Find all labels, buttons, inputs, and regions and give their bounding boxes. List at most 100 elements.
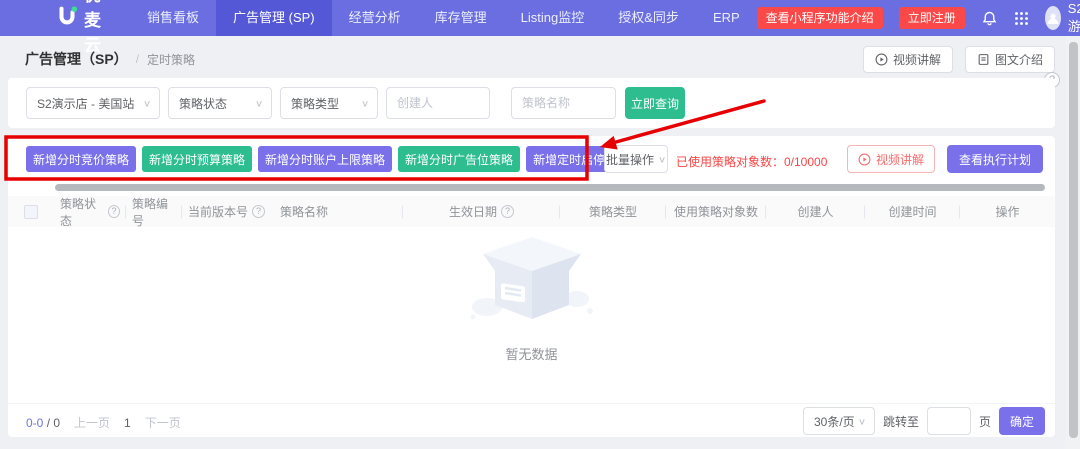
new-strategy-buttons: 新增分时竞价策略 新增分时预算策略 新增分时账户上限策略 新增分时广告位策略 新… (26, 146, 636, 172)
jump-label: 跳转至 (883, 413, 919, 430)
result-range: 0-0 / 0 (26, 416, 60, 430)
strategy-type-select[interactable]: 策略类型 ∨ (280, 87, 378, 119)
col-label: 当前版本号 (188, 203, 248, 220)
avatar (1045, 6, 1061, 30)
logo-icon (56, 5, 78, 32)
page-size-select[interactable]: 30条/页 ∨ (803, 407, 875, 435)
toolbar-video-guide-button[interactable]: 视频讲解 (847, 145, 935, 173)
navbar-right: 查看小程序功能介绍 立即注册 S2游客 (757, 1, 1080, 35)
col-actions[interactable]: 操作 (960, 196, 1055, 227)
col-usage-count[interactable]: 使用策略对象数 (666, 196, 766, 227)
nav-item-ad-management[interactable]: 广告管理 (SP) (216, 0, 332, 36)
help-icon[interactable]: ? (108, 205, 120, 218)
breadcrumb-separator: / (136, 52, 139, 66)
col-label: 策略名称 (280, 203, 328, 220)
strategy-toolbar: 新增分时竞价策略 新增分时预算策略 新增分时账户上限策略 新增分时广告位策略 新… (8, 146, 1055, 174)
chevron-down-icon: ∨ (658, 154, 666, 164)
col-strategy-name[interactable]: 策略名称 (274, 196, 403, 227)
col-effective-date[interactable]: 生效日期 ? (403, 196, 560, 227)
col-label: 操作 (995, 203, 1019, 220)
nav-item-erp[interactable]: ERP (696, 0, 757, 36)
empty-state: 暂无数据 (8, 231, 1055, 363)
main-nav: 销售看板 广告管理 (SP) 经营分析 库存管理 Listing监控 授权&同步… (130, 0, 757, 36)
view-execution-plan-button[interactable]: 查看执行计划 (947, 145, 1043, 173)
strategy-status-select[interactable]: 策略状态 ∨ (168, 87, 272, 119)
doc-intro-button[interactable]: 图文介绍 (965, 46, 1055, 73)
shop-select[interactable]: S2演示店 - 美国站 ∨ (26, 87, 160, 119)
col-label: 策略编号 (132, 195, 176, 229)
strategy-panel: 新增分时竞价策略 新增分时预算策略 新增分时账户上限策略 新增分时广告位策略 新… (8, 136, 1055, 437)
range-total: / 0 (47, 416, 60, 430)
nav-item-business-analysis[interactable]: 经营分析 (332, 0, 418, 36)
breadcrumb: 广告管理（SP） / 定时策略 (25, 49, 195, 69)
col-label: 策略类型 (589, 203, 637, 220)
page-number-1[interactable]: 1 (124, 416, 131, 430)
header-checkbox-cell (8, 196, 54, 227)
range-current: 0-0 (26, 416, 43, 430)
video-guide-button[interactable]: 视频讲解 (863, 46, 953, 73)
apps-grid-icon[interactable] (1014, 9, 1029, 27)
chevron-down-icon: ∨ (143, 98, 151, 108)
page-actions: 视频讲解 图文介绍 (863, 46, 1055, 73)
nav-item-auth-sync[interactable]: 授权&同步 (601, 0, 696, 36)
user-name: S2游客 (1068, 1, 1080, 35)
register-button[interactable]: 立即注册 (899, 7, 965, 29)
col-label: 策略状态 (60, 195, 104, 229)
next-page-button[interactable]: 下一页 (145, 414, 181, 431)
col-current-version[interactable]: 当前版本号 ? (182, 196, 274, 227)
search-button[interactable]: 立即查询 (625, 87, 685, 119)
chevron-down-icon: ∨ (858, 416, 866, 426)
prev-page-button[interactable]: 上一页 (74, 414, 110, 431)
strategy-name-input[interactable] (511, 87, 616, 119)
usage-counter: 已使用策略对象数：0/10000 (676, 153, 827, 170)
jump-confirm-button[interactable]: 确定 (999, 407, 1045, 435)
col-strategy-id[interactable]: 策略编号 (126, 196, 182, 227)
table-header: 策略状态 ? 策略编号 当前版本号 ? 策略名称 生效日期 ? 策略类型 使用策… (8, 196, 1055, 227)
breadcrumb-section[interactable]: 广告管理（SP） (25, 49, 128, 69)
new-hourly-placement-strategy-button[interactable]: 新增分时广告位策略 (398, 146, 520, 172)
help-icon[interactable]: ? (252, 205, 265, 218)
shop-select-value: S2演示店 - 美国站 (37, 95, 134, 112)
creator-input[interactable] (386, 87, 490, 119)
toolbar-right-actions: 视频讲解 查看执行计划 (847, 145, 1043, 173)
breadcrumb-page: 定时策略 (147, 51, 195, 68)
user-menu[interactable]: S2游客 (1045, 1, 1080, 35)
col-strategy-type[interactable]: 策略类型 (560, 196, 666, 227)
nav-item-listing-monitor[interactable]: Listing监控 (504, 0, 602, 36)
vertical-scrollbar-thumb[interactable] (1069, 42, 1078, 438)
strategy-status-value: 策略状态 (179, 95, 227, 112)
new-hourly-bid-strategy-button[interactable]: 新增分时竞价策略 (26, 146, 136, 172)
pagination-left: 0-0 / 0 上一页 1 下一页 (26, 414, 181, 431)
miniprogram-intro-button[interactable]: 查看小程序功能介绍 (757, 7, 883, 29)
col-creator[interactable]: 创建人 (766, 196, 865, 227)
chevron-down-icon: ∨ (255, 98, 263, 108)
notification-bell-icon[interactable] (981, 9, 998, 27)
nav-item-sales-board[interactable]: 销售看板 (130, 0, 216, 36)
page-unit-label: 页 (979, 413, 991, 430)
col-label: 生效日期 (449, 203, 497, 220)
batch-operation-label: 批量操作 (606, 151, 654, 168)
toolbar-video-guide-label: 视频讲解 (876, 151, 924, 168)
chevron-down-icon: ∨ (361, 98, 369, 108)
select-all-checkbox[interactable] (24, 205, 38, 219)
new-hourly-budget-strategy-button[interactable]: 新增分时预算策略 (142, 146, 252, 172)
nav-item-inventory[interactable]: 库存管理 (418, 0, 504, 36)
help-icon[interactable]: ? (501, 205, 514, 218)
horizontal-scrollbar[interactable] (55, 184, 1045, 191)
page-size-value: 30条/页 (814, 413, 855, 430)
col-label: 使用策略对象数 (674, 203, 758, 220)
video-guide-label: 视频讲解 (893, 51, 941, 68)
vertical-scrollbar-track (1066, 36, 1080, 449)
pagination-right: 30条/页 ∨ 跳转至 页 确定 (803, 407, 1045, 435)
batch-operation-dropdown[interactable]: 批量操作 ∨ (604, 145, 668, 173)
empty-box-icon (457, 231, 607, 331)
new-hourly-account-cap-strategy-button[interactable]: 新增分时账户上限策略 (258, 146, 392, 172)
col-created-time[interactable]: 创建时间 (865, 196, 960, 227)
breadcrumb-row: 广告管理（SP） / 定时策略 视频讲解 图文介绍 (0, 40, 1080, 76)
doc-intro-label: 图文介绍 (995, 51, 1043, 68)
strategy-type-value: 策略类型 (291, 95, 339, 112)
col-strategy-status[interactable]: 策略状态 ? (54, 196, 126, 227)
pagination-bar: 0-0 / 0 上一页 1 下一页 30条/页 ∨ 跳转至 页 确定 (8, 403, 1055, 437)
empty-text: 暂无数据 (8, 344, 1055, 363)
jump-page-input[interactable] (927, 407, 971, 435)
